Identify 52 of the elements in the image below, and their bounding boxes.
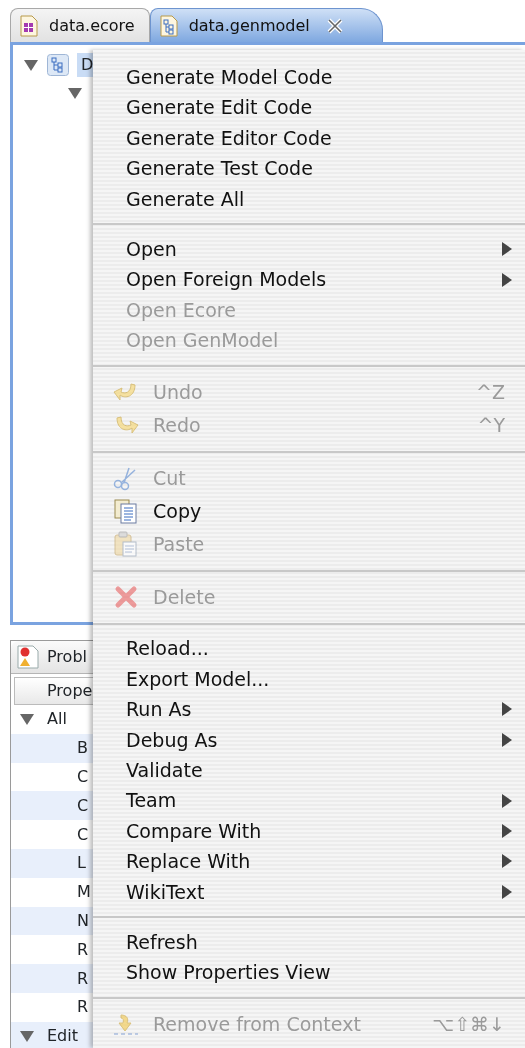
menu-item[interactable]: Compare With	[93, 815, 525, 847]
property-name: M	[77, 881, 91, 904]
property-name: C	[77, 766, 89, 788]
problems-icon	[17, 645, 39, 669]
menu-item[interactable]: Team	[93, 785, 525, 816]
property-name: L	[77, 852, 86, 875]
grid-document-icon	[19, 14, 39, 37]
submenu-arrow-icon	[501, 853, 513, 870]
submenu-arrow-icon	[501, 701, 513, 718]
property-name: R	[77, 938, 89, 961]
menu-item[interactable]: Run As	[93, 694, 525, 725]
tree-document-icon	[158, 14, 179, 37]
editor-tab[interactable]: data.ecore	[10, 8, 150, 42]
property-name: C	[77, 823, 89, 846]
property-name: R	[77, 967, 89, 990]
shortcut-text: ⌥⇧⌘↓	[432, 1012, 506, 1038]
shortcut-text: ^Y	[477, 412, 506, 438]
menu-item[interactable]: Validate	[93, 755, 525, 786]
property-name: C	[77, 794, 89, 817]
property-name: N	[77, 909, 89, 932]
menu-item[interactable]: Generate All	[93, 183, 525, 214]
menu-item[interactable]: Generate Test Code	[93, 153, 525, 184]
property-group-label: Edit	[47, 1025, 78, 1048]
menu-item[interactable]: Show Properties View	[93, 957, 525, 988]
submenu-arrow-icon	[501, 271, 513, 288]
context-arrow-icon	[113, 1011, 139, 1038]
property-name: B	[77, 737, 88, 760]
property-group-label: All	[47, 708, 67, 731]
menu-item[interactable]: Generate Edit Code	[93, 92, 525, 123]
submenu-arrow-icon	[501, 883, 513, 900]
expanded-triangle-icon[interactable]	[67, 85, 83, 101]
expanded-triangle-icon[interactable]	[23, 57, 39, 73]
menu-item[interactable]: Open	[93, 233, 525, 265]
submenu-arrow-icon	[501, 792, 513, 809]
copy-documents-icon	[113, 498, 139, 524]
menu-item[interactable]: Generate Editor Code	[93, 122, 525, 154]
shortcut-text: ^Z	[476, 379, 506, 405]
submenu-arrow-icon	[501, 731, 513, 748]
close-icon[interactable]	[325, 16, 344, 35]
property-name: R	[77, 996, 89, 1019]
menu-item[interactable]: Open Foreign Models	[93, 264, 525, 295]
menu-item[interactable]: Debug As	[93, 724, 525, 756]
submenu-arrow-icon	[501, 241, 513, 258]
menu-item[interactable]: WikiText	[93, 876, 525, 908]
paste-clipboard-icon	[113, 531, 139, 557]
menu-item[interactable]: Replace With	[93, 846, 525, 877]
delete-x-icon	[113, 584, 139, 610]
editor-tab[interactable]: data.genmodel	[149, 8, 383, 42]
menu-item[interactable]: Copy	[93, 494, 525, 528]
menu-item[interactable]: Refresh	[93, 927, 525, 958]
submenu-arrow-icon	[501, 823, 513, 840]
tree-model-icon	[47, 54, 69, 76]
